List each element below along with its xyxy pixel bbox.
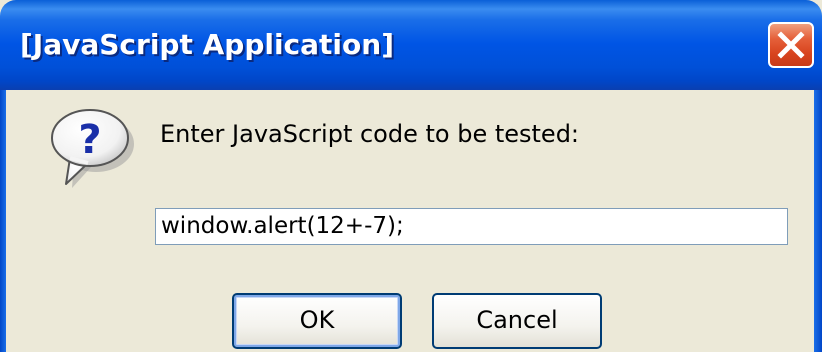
title-bar[interactable]: [JavaScript Application] [0, 0, 822, 90]
close-button[interactable] [768, 22, 814, 68]
prompt-label: Enter JavaScript code to be tested: [160, 120, 580, 148]
question-icon: ? [44, 108, 140, 192]
svg-text:?: ? [78, 117, 101, 163]
cancel-button[interactable]: Cancel [432, 293, 602, 349]
code-input[interactable]: window.alert(12+-7); [155, 208, 788, 245]
window-border-right [814, 90, 822, 352]
close-icon [777, 31, 805, 59]
prompt-dialog: [JavaScript Application] ? Enter JavaScr… [0, 0, 822, 352]
window-title: [JavaScript Application] [20, 28, 394, 61]
ok-button[interactable]: OK [232, 293, 402, 349]
window-border-left [0, 90, 6, 352]
